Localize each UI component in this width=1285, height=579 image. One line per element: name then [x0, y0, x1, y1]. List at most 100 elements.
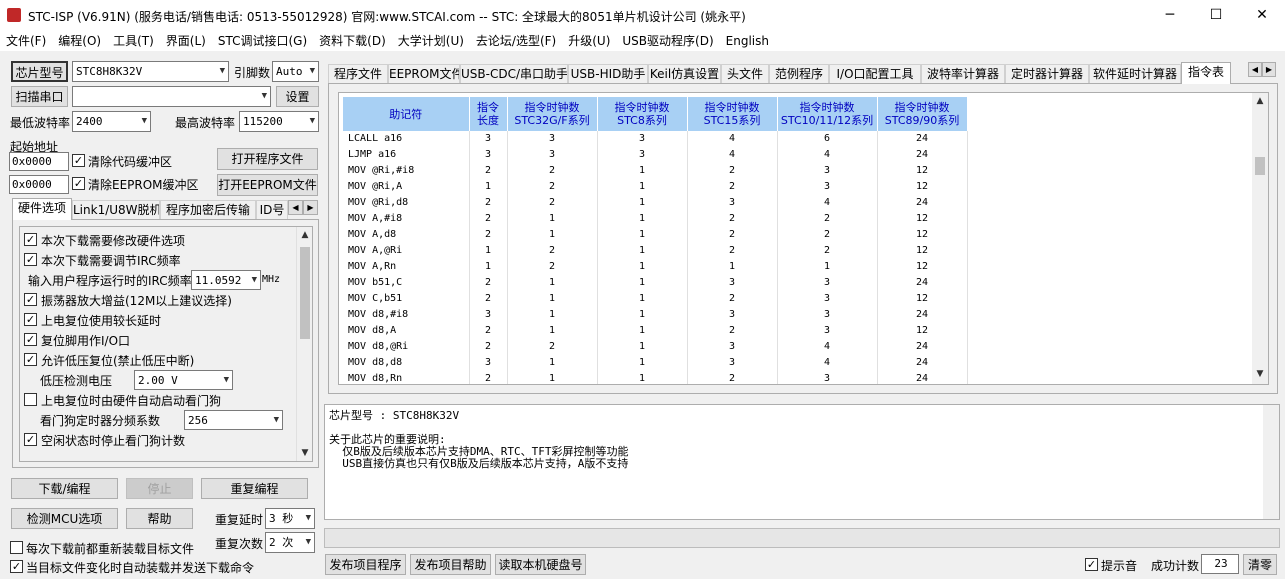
repeat-program-button[interactable]: 重复编程 — [201, 478, 308, 499]
table-cell: 3 — [469, 131, 508, 147]
table-row: MOV A,@Ri 1 2 1 2 2 12 — [343, 243, 968, 259]
help-button[interactable]: 帮助 — [126, 508, 193, 529]
tab-right[interactable]: 范例程序 — [769, 64, 829, 84]
tab-right[interactable]: 程序文件 — [328, 64, 388, 84]
info-scrollbar[interactable] — [1263, 405, 1279, 519]
tab-right[interactable]: 指令表 — [1181, 62, 1231, 84]
download-program-button[interactable]: 下载/编程 — [11, 478, 118, 499]
scrollbar-thumb[interactable] — [300, 247, 310, 339]
autosend-checkbox[interactable]: ✓ — [10, 560, 23, 573]
option-checkbox[interactable]: ✓ — [24, 333, 37, 346]
tab-link1-offline[interactable]: Link1/U8W脱机 — [72, 200, 160, 220]
tab-right[interactable]: USB-HID助手 — [568, 64, 648, 84]
reload-checkbox[interactable] — [10, 541, 23, 554]
table-cell: 3 — [777, 179, 878, 195]
option-checkbox[interactable]: ✓ — [24, 233, 37, 246]
chip-info-area[interactable]: 芯片型号 : STC8H8K32V 关于此芯片的重要说明: 仅B版及后续版本芯片… — [324, 404, 1280, 520]
menu-item[interactable]: 大学计划(U) — [392, 31, 470, 51]
mnemonic-cell: MOV d8,A — [343, 323, 470, 339]
tab-hardware-options[interactable]: 硬件选项 — [12, 198, 72, 220]
tab-right[interactable]: Keil仿真设置 — [648, 64, 721, 84]
tab-right[interactable]: I/O口配置工具 — [829, 64, 921, 84]
option-checkbox[interactable]: ✓ — [24, 313, 37, 326]
chip-model-button[interactable]: 芯片型号 — [11, 61, 68, 82]
option-checkbox[interactable]: ✓ — [24, 293, 37, 306]
clear-eeprom-checkbox[interactable]: ✓ — [72, 177, 85, 190]
detect-mcu-button[interactable]: 检测MCU选项 — [11, 508, 118, 529]
scan-port-button[interactable]: 扫描串口 — [11, 86, 68, 107]
tab-scroll-right-icon[interactable]: ▶ — [303, 200, 318, 215]
table-cell: 12 — [877, 163, 968, 179]
scrollbar-thumb[interactable] — [1255, 157, 1265, 175]
menu-item[interactable]: 去论坛/选型(F) — [470, 31, 562, 51]
repeat-delay-select[interactable]: 3 秒 ▼ — [265, 508, 315, 529]
max-baud-select[interactable]: 115200 ▼ — [239, 111, 319, 132]
wdt-prescaler-select[interactable]: 256 ▼ — [184, 410, 283, 430]
publish-program-button[interactable]: 发布项目程序 — [325, 554, 406, 575]
options-list: ✓ 本次下载需要修改硬件选项 ✓ 本次下载需要调节IRC频率 输入用户程序运行时… — [19, 226, 313, 462]
table-cell: 2 — [469, 195, 508, 211]
tab-right[interactable]: EEPROM文件 — [388, 64, 460, 84]
table-scrollbar[interactable]: ▲ ▼ — [1252, 93, 1268, 384]
wdt-prescaler-value: 256 — [188, 414, 208, 427]
tab-scroll-left-icon[interactable]: ◀ — [288, 200, 303, 215]
lvd-voltage-select[interactable]: 2.00 V ▼ — [134, 370, 233, 390]
read-disk-id-button[interactable]: 读取本机硬盘号 — [495, 554, 586, 575]
tab-right[interactable]: 定时器计算器 — [1005, 64, 1089, 84]
menu-item[interactable]: 编程(O) — [52, 31, 107, 51]
option-checkbox[interactable]: ✓ — [24, 253, 37, 266]
table-cell: 1 — [597, 291, 688, 307]
tab-id[interactable]: ID号 — [256, 200, 288, 220]
tab-scroll-left-icon[interactable]: ◀ — [1248, 62, 1262, 77]
code-address-input[interactable]: 0x0000 — [9, 152, 69, 171]
table-header-line2: STC8系列 — [617, 114, 667, 127]
option-label: 上电复位时由硬件自动启动看门狗 — [41, 394, 222, 408]
menu-item[interactable]: STC调试接口(G) — [212, 31, 313, 51]
min-baud-select[interactable]: 2400 ▼ — [72, 111, 151, 132]
success-count-label: 成功计数 — [1151, 559, 1200, 573]
stop-button[interactable]: 停止 — [126, 478, 193, 499]
tab-right[interactable]: 头文件 — [721, 64, 769, 84]
open-eeprom-file-button[interactable]: 打开EEPROM文件 — [217, 174, 318, 196]
scroll-up-icon[interactable]: ▲ — [297, 227, 313, 243]
open-program-file-button[interactable]: 打开程序文件 — [217, 148, 318, 170]
menu-item[interactable]: 文件(F) — [0, 31, 52, 51]
options-scrollbar[interactable]: ▲ ▼ — [296, 227, 312, 461]
option-checkbox[interactable] — [24, 393, 37, 406]
irc-frequency-select[interactable]: 11.0592 ▼ — [191, 270, 261, 290]
pins-select[interactable]: Auto ▼ — [272, 61, 319, 82]
port-select[interactable]: ▼ — [72, 86, 271, 107]
publish-help-button[interactable]: 发布项目帮助 — [410, 554, 491, 575]
beep-checkbox[interactable]: ✓ — [1085, 558, 1098, 571]
menu-item[interactable]: 升级(U) — [562, 31, 616, 51]
tab-right[interactable]: 软件延时计算器 — [1089, 64, 1181, 84]
option-checkbox[interactable]: ✓ — [24, 433, 37, 446]
tab-right[interactable]: USB-CDC/串口助手 — [460, 64, 568, 84]
maximize-button[interactable]: ☐ — [1193, 0, 1239, 31]
clear-code-checkbox[interactable]: ✓ — [72, 154, 85, 167]
chip-model-select[interactable]: STC8H8K32V ▼ — [72, 61, 229, 82]
table-cell: 1 — [597, 195, 688, 211]
scroll-down-icon[interactable]: ▼ — [297, 445, 313, 461]
scroll-up-icon[interactable]: ▲ — [1252, 93, 1268, 109]
minimize-button[interactable]: ─ — [1147, 0, 1193, 31]
tab-right[interactable]: 波特率计算器 — [921, 64, 1005, 84]
menu-item[interactable]: 工具(T) — [107, 31, 160, 51]
clear-count-button[interactable]: 清零 — [1243, 554, 1277, 575]
close-button[interactable]: ✕ — [1239, 0, 1285, 31]
eeprom-address-input[interactable]: 0x0000 — [9, 175, 69, 194]
table-cell: 12 — [877, 179, 968, 195]
option-checkbox[interactable]: ✓ — [24, 353, 37, 366]
table-cell: 3 — [777, 371, 878, 384]
table-cell: 12 — [877, 243, 968, 259]
scroll-down-icon[interactable]: ▼ — [1252, 366, 1268, 382]
menu-item[interactable]: 界面(L) — [160, 31, 212, 51]
repeat-count-select[interactable]: 2 次 ▼ — [265, 532, 315, 553]
menu-item[interactable]: English — [720, 31, 775, 51]
settings-button[interactable]: 设置 — [276, 86, 319, 107]
mnemonic-cell: MOV @Ri,A — [343, 179, 470, 195]
tab-encrypted-transfer[interactable]: 程序加密后传输 — [160, 200, 256, 220]
menu-item[interactable]: 资料下载(D) — [313, 31, 392, 51]
tab-scroll-right-icon[interactable]: ▶ — [1262, 62, 1276, 77]
menu-item[interactable]: USB驱动程序(D) — [616, 31, 719, 51]
